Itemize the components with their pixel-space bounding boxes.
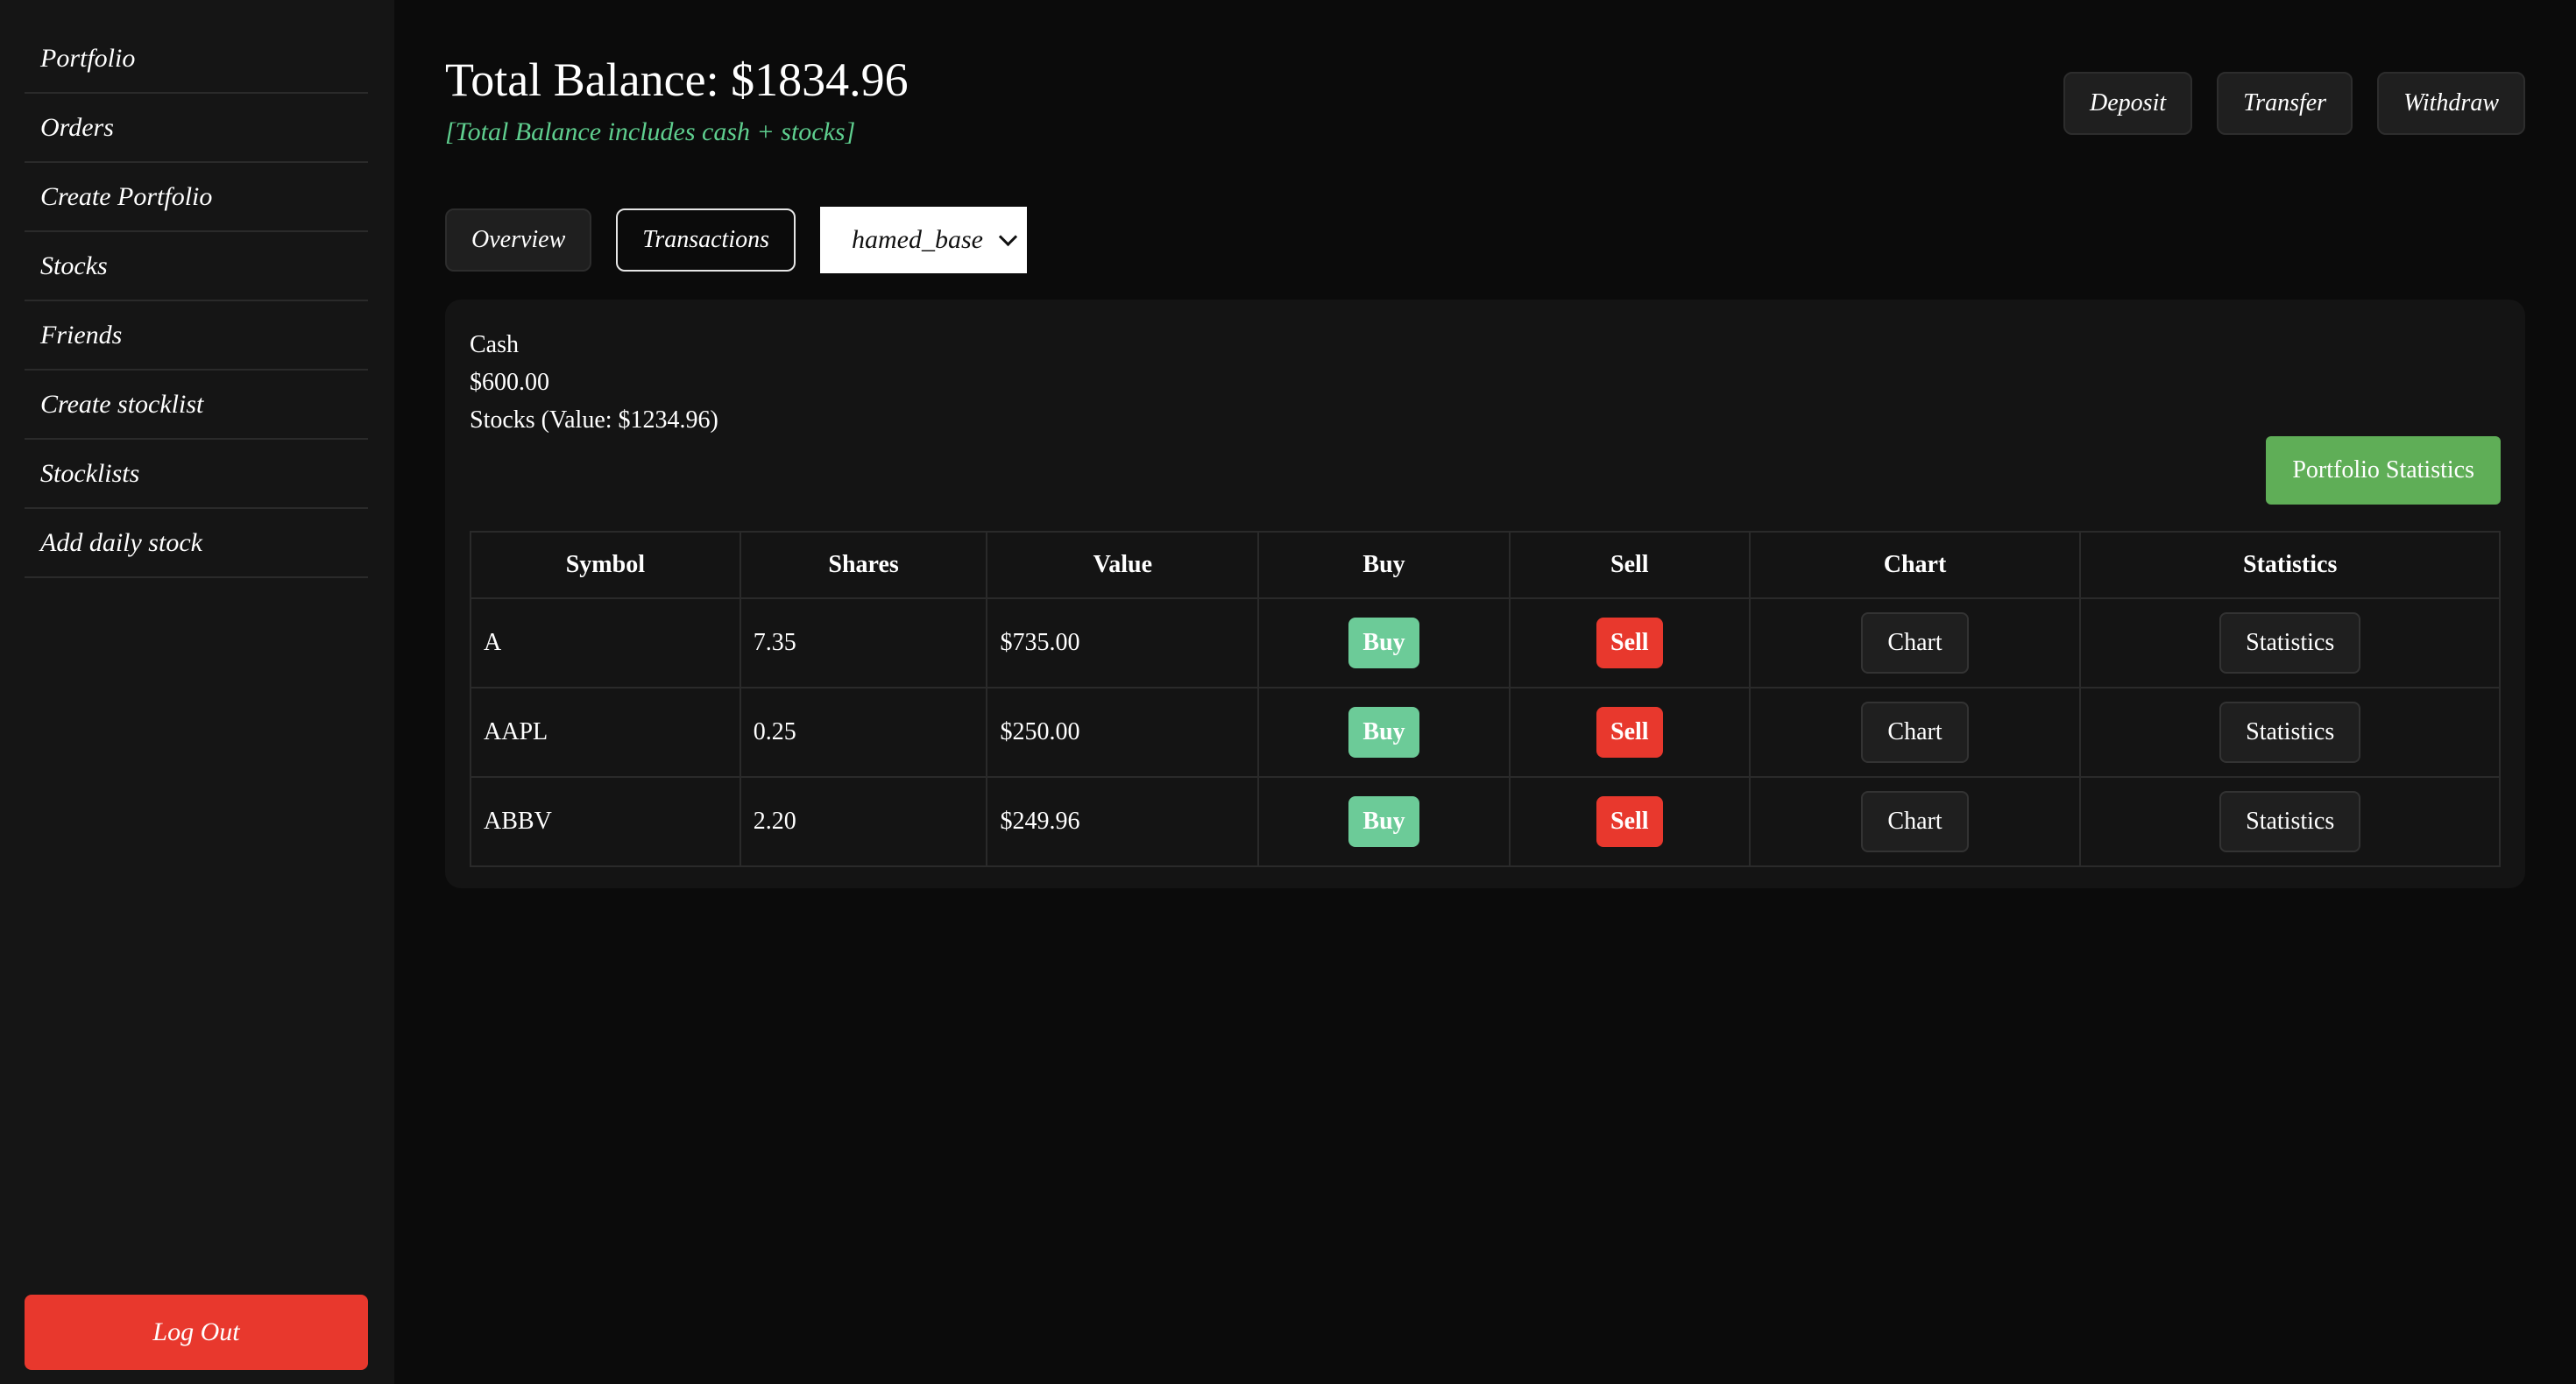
tab-transactions[interactable]: Transactions — [616, 208, 796, 272]
statistics-button[interactable]: Statistics — [2219, 791, 2361, 852]
sidebar-item-create-portfolio[interactable]: Create Portfolio — [25, 163, 368, 232]
holdings-table: Symbol Shares Value Buy Sell Chart Stati… — [470, 531, 2501, 867]
logout-button[interactable]: Log Out — [25, 1295, 368, 1370]
transfer-button[interactable]: Transfer — [2217, 72, 2353, 135]
cell-chart: Chart — [1748, 687, 2082, 778]
cell-shares: 2.20 — [739, 776, 988, 867]
cell-value: $249.96 — [986, 776, 1260, 867]
cash-label: Cash — [470, 331, 519, 358]
cell-symbol: ABBV — [470, 776, 741, 867]
cell-statistics: Statistics — [2079, 597, 2501, 688]
cell-value: $250.00 — [986, 687, 1260, 778]
chart-button[interactable]: Chart — [1861, 702, 1969, 763]
portfolio-card: Cash $600.00 Stocks (Value: $1234.96) Po… — [445, 300, 2525, 888]
cell-statistics: Statistics — [2079, 776, 2501, 867]
column-header-shares: Shares — [739, 531, 988, 599]
sidebar-item-stocklists[interactable]: Stocklists — [25, 440, 368, 509]
cell-value: $735.00 — [986, 597, 1260, 688]
chart-button[interactable]: Chart — [1861, 791, 1969, 852]
tab-overview[interactable]: Overview — [445, 208, 592, 272]
page-title: Total Balance: $1834.96 — [445, 53, 909, 106]
cell-buy: Buy — [1257, 597, 1511, 688]
sidebar-item-stocks[interactable]: Stocks — [25, 232, 368, 301]
account-actions: Deposit Transfer Withdraw — [2063, 72, 2525, 135]
sidebar-nav-list: Portfolio Orders Create Portfolio Stocks… — [25, 25, 368, 578]
portfolio-select-value: hamed_base — [852, 225, 983, 254]
buy-button[interactable]: Buy — [1348, 707, 1419, 758]
sell-button[interactable]: Sell — [1596, 796, 1663, 847]
sell-button[interactable]: Sell — [1596, 707, 1663, 758]
table-row: ABBV 2.20 $249.96 Buy Sell Chart Statist… — [470, 776, 2501, 867]
sell-button[interactable]: Sell — [1596, 618, 1663, 668]
stocks-value-label: Stocks (Value: $1234.96) — [470, 406, 718, 434]
balance-note: [Total Balance includes cash + stocks] — [445, 117, 856, 146]
cell-sell: Sell — [1508, 597, 1751, 688]
cell-symbol: AAPL — [470, 687, 741, 778]
withdraw-button[interactable]: Withdraw — [2377, 72, 2525, 135]
statistics-button[interactable]: Statistics — [2219, 612, 2361, 674]
balance-summary: Cash $600.00 Stocks (Value: $1234.96) — [470, 326, 718, 439]
sidebar-item-create-stocklist[interactable]: Create stocklist — [25, 371, 368, 440]
cell-sell: Sell — [1508, 687, 1751, 778]
view-tabs: Overview Transactions hamed_base — [445, 207, 1027, 273]
sidebar: Portfolio Orders Create Portfolio Stocks… — [0, 0, 394, 1384]
sidebar-item-add-daily-stock[interactable]: Add daily stock — [25, 509, 368, 578]
chart-button[interactable]: Chart — [1861, 612, 1969, 674]
column-header-sell: Sell — [1508, 531, 1751, 599]
column-header-chart: Chart — [1748, 531, 2082, 599]
column-header-buy: Buy — [1257, 531, 1511, 599]
cell-buy: Buy — [1257, 776, 1511, 867]
cell-chart: Chart — [1748, 776, 2082, 867]
deposit-button[interactable]: Deposit — [2063, 72, 2193, 135]
chevron-down-icon — [998, 227, 1018, 246]
cell-shares: 0.25 — [739, 687, 988, 778]
cell-symbol: A — [470, 597, 741, 688]
cell-sell: Sell — [1508, 776, 1751, 867]
cash-value: $600.00 — [470, 369, 549, 396]
sidebar-item-portfolio[interactable]: Portfolio — [25, 25, 368, 94]
cell-chart: Chart — [1748, 597, 2082, 688]
table-row: A 7.35 $735.00 Buy Sell Chart Statistics — [470, 597, 2501, 688]
table-header-row: Symbol Shares Value Buy Sell Chart Stati… — [470, 531, 2501, 599]
portfolio-select[interactable]: hamed_base — [820, 207, 1027, 273]
table-row: AAPL 0.25 $250.00 Buy Sell Chart Statist… — [470, 687, 2501, 778]
buy-button[interactable]: Buy — [1348, 618, 1419, 668]
sidebar-item-orders[interactable]: Orders — [25, 94, 368, 163]
cell-statistics: Statistics — [2079, 687, 2501, 778]
column-header-symbol: Symbol — [470, 531, 741, 599]
cell-buy: Buy — [1257, 687, 1511, 778]
buy-button[interactable]: Buy — [1348, 796, 1419, 847]
column-header-value: Value — [986, 531, 1260, 599]
sidebar-item-friends[interactable]: Friends — [25, 301, 368, 371]
column-header-statistics: Statistics — [2079, 531, 2501, 599]
statistics-button[interactable]: Statistics — [2219, 702, 2361, 763]
cell-shares: 7.35 — [739, 597, 988, 688]
portfolio-statistics-button[interactable]: Portfolio Statistics — [2266, 436, 2501, 505]
